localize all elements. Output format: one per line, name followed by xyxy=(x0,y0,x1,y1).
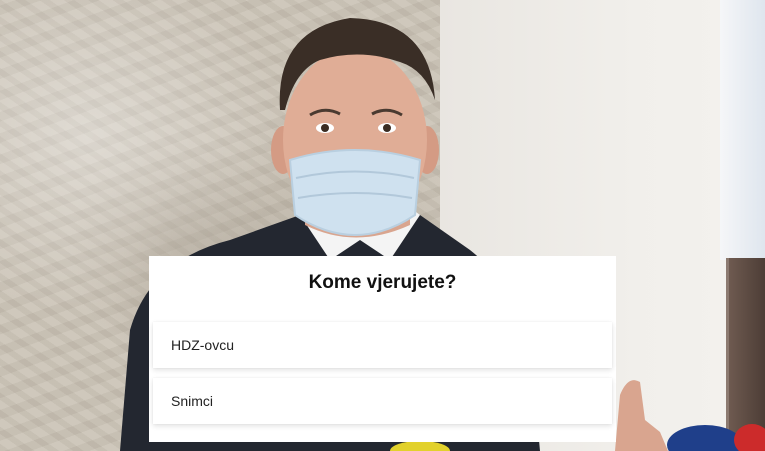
article-photo: Kome vjerujete? HDZ-ovcu Snimci xyxy=(0,0,765,451)
poll-option-label: Snimci xyxy=(171,393,214,409)
poll-question: Kome vjerujete? xyxy=(308,272,457,293)
poll-option-snimci[interactable]: Snimci xyxy=(153,378,612,424)
poll-option-hdz-ovcu[interactable]: HDZ-ovcu xyxy=(153,322,612,368)
poll-option-label: HDZ-ovcu xyxy=(171,337,235,353)
poll-widget: Kome vjerujete? HDZ-ovcu Snimci xyxy=(149,256,616,442)
